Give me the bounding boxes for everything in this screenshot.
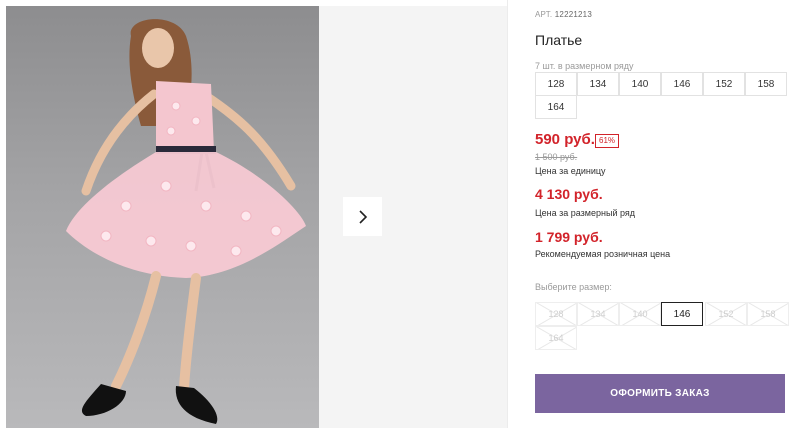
discount-badge: 61% <box>595 134 620 148</box>
product-title: Платье <box>535 32 583 48</box>
size-option-label: 146 <box>673 308 691 320</box>
size-option-label: 164 <box>548 333 564 343</box>
size-select-prompt: Выберите размер: <box>535 282 612 292</box>
unit-price: 590 руб. <box>535 131 595 148</box>
size-row-cell: 146 <box>661 72 703 96</box>
size-row-cell: 152 <box>703 72 745 96</box>
size-option-disabled: 134 <box>577 302 619 326</box>
size-row-cell: 134 <box>577 72 619 96</box>
size-option-disabled: 152 <box>705 302 747 326</box>
article-number: 12221213 <box>554 10 592 19</box>
size-option-disabled: 158 <box>747 302 789 326</box>
size-row-cell: 158 <box>745 72 787 96</box>
size-option-label: 134 <box>590 309 606 319</box>
row-price: 4 130 руб. <box>535 186 603 202</box>
retail-price-label: Рекомендуемая розничная цена <box>535 249 671 259</box>
size-option-label: 128 <box>548 309 564 319</box>
size-row-cell: 128 <box>535 72 577 96</box>
article-line: АРТ. 12221213 <box>535 10 592 19</box>
chevron-right-icon <box>358 209 367 224</box>
size-row-cell: 164 <box>535 95 577 119</box>
row-price-label: Цена за размерный ряд <box>535 208 636 218</box>
size-row-cell: 140 <box>619 72 661 96</box>
unit-price-label: Цена за единицу <box>535 166 606 176</box>
product-photo <box>6 6 319 428</box>
product-gallery <box>0 0 507 428</box>
article-label: АРТ. <box>535 10 553 19</box>
size-option-label: 152 <box>718 309 734 319</box>
size-option-disabled: 164 <box>535 326 577 350</box>
size-option-label: 158 <box>760 309 776 319</box>
size-option-selected[interactable]: 146 <box>661 302 703 326</box>
next-photo-button[interactable] <box>343 197 382 236</box>
size-option-disabled: 128 <box>535 302 577 326</box>
girl-in-pink-dress-image <box>66 19 306 424</box>
panel-divider <box>507 0 508 428</box>
size-option-label: 140 <box>632 309 648 319</box>
retail-price: 1 799 руб. <box>535 229 603 245</box>
place-order-button[interactable]: ОФОРМИТЬ ЗАКАЗ <box>535 374 785 413</box>
old-price: 1 500 руб. <box>535 152 578 162</box>
sizes-in-row-note: 7 шт. в размерном ряду <box>535 61 634 71</box>
size-option-disabled: 140 <box>619 302 661 326</box>
